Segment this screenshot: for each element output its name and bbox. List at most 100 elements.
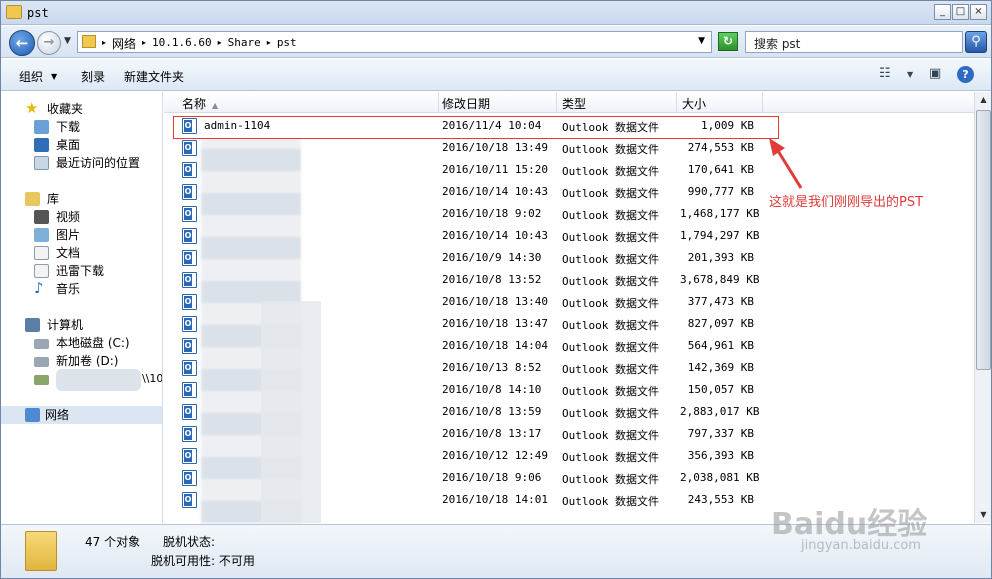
file-type: Outlook 数据文件 — [562, 407, 659, 420]
object-count: 47 个对象 — [85, 535, 141, 549]
column-type[interactable]: 类型 — [562, 95, 586, 112]
file-date: 2016/10/18 9:02 — [442, 207, 542, 220]
file-date: 2016/10/18 13:49 — [442, 141, 548, 154]
file-size: 797,337 KB — [687, 427, 754, 440]
column-name[interactable]: 名称 ▲ — [182, 95, 218, 112]
file-type: Outlook 数据文件 — [562, 297, 659, 310]
crumb-pst[interactable]: pst — [277, 35, 297, 52]
file-size: 201,393 KB — [687, 251, 754, 264]
file-size: 274,553 KB — [687, 141, 754, 154]
refresh-button[interactable]: ↻ — [718, 32, 738, 51]
file-type: Outlook 数据文件 — [562, 429, 659, 442]
outlook-file-icon — [182, 470, 197, 486]
recent-places-icon — [34, 156, 49, 170]
address-bar[interactable]: ▸ 网络 ▸ 10.1.6.60 ▸ Share ▸ pst ▼ — [77, 31, 712, 53]
file-size: 3,678,849 KB — [680, 273, 760, 286]
file-size: 1,468,177 KB — [680, 207, 760, 220]
minimize-button[interactable]: _ — [934, 4, 951, 20]
nav-network[interactable]: 网络 — [1, 406, 162, 424]
file-date: 2016/10/9 14:30 — [442, 251, 542, 264]
organize-button[interactable]: 组织 ▼ — [19, 68, 57, 85]
burn-button[interactable]: 刻录 — [81, 68, 105, 85]
view-options-icon[interactable]: ☷ — [879, 66, 891, 81]
outlook-file-icon — [182, 426, 197, 442]
search-icon[interactable]: ⚲ — [965, 31, 987, 53]
file-size: 150,057 KB — [687, 383, 754, 396]
preview-pane-icon[interactable]: ▣ — [929, 66, 941, 81]
file-date: 2016/10/8 14:10 — [442, 383, 542, 396]
new-folder-button[interactable]: 新建文件夹 — [124, 68, 184, 85]
picture-icon — [34, 228, 49, 242]
close-button[interactable]: × — [970, 4, 987, 20]
window-title: pst — [27, 6, 49, 20]
drive-icon — [34, 339, 49, 349]
file-type: Outlook 数据文件 — [562, 143, 659, 156]
scroll-up-icon[interactable]: ▲ — [976, 92, 991, 108]
file-type: Outlook 数据文件 — [562, 363, 659, 376]
document-icon — [34, 264, 49, 278]
file-date: 2016/10/12 12:49 — [442, 449, 548, 462]
file-type: Outlook 数据文件 — [562, 209, 659, 222]
crumb-network[interactable]: 网络 — [112, 35, 136, 52]
recent-pages-dropdown[interactable]: ▼ — [64, 36, 71, 46]
outlook-file-icon — [182, 250, 197, 266]
outlook-file-icon — [182, 360, 197, 376]
outlook-file-icon — [182, 140, 197, 156]
download-folder-icon — [34, 120, 49, 134]
address-row: ← → ▼ ▸ 网络 ▸ 10.1.6.60 ▸ Share ▸ pst ▼ ↻… — [1, 26, 991, 58]
offline-availability: 脱机可用性: 不可用 — [151, 554, 255, 568]
file-size: 990,777 KB — [687, 185, 754, 198]
file-type: Outlook 数据文件 — [562, 253, 659, 266]
watermark-url: jingyan.baidu.com — [801, 538, 921, 553]
drive-icon — [34, 357, 49, 367]
outlook-file-icon — [182, 228, 197, 244]
file-date: 2016/10/14 10:43 — [442, 229, 548, 242]
file-type: Outlook 数据文件 — [562, 473, 659, 486]
title-bar: pst _ □ × — [1, 1, 991, 25]
file-size: 356,393 KB — [687, 449, 754, 462]
file-date: 2016/10/18 14:01 — [442, 493, 548, 506]
crumb-share[interactable]: Share — [228, 35, 261, 52]
outlook-file-icon — [182, 206, 197, 222]
highlight-box — [173, 116, 779, 139]
back-button[interactable]: ← — [9, 30, 35, 56]
file-type: Outlook 数据文件 — [562, 495, 659, 508]
column-header: 名称 ▲ 修改日期 类型 大小 — [164, 92, 974, 113]
folder-icon — [25, 531, 57, 571]
file-date: 2016/10/11 15:20 — [442, 163, 548, 176]
outlook-file-icon — [182, 404, 197, 420]
star-icon: ★ — [25, 99, 39, 117]
file-type: Outlook 数据文件 — [562, 275, 659, 288]
outlook-file-icon — [182, 448, 197, 464]
outlook-file-icon — [182, 184, 197, 200]
outlook-file-icon — [182, 338, 197, 354]
file-date: 2016/10/13 8:52 — [442, 361, 542, 374]
redacted-region — [56, 369, 141, 391]
document-icon — [34, 246, 49, 260]
view-dropdown-icon[interactable]: ▼ — [907, 70, 913, 79]
outlook-file-icon — [182, 272, 197, 288]
file-type: Outlook 数据文件 — [562, 231, 659, 244]
network-drive-icon — [34, 375, 49, 385]
file-type: Outlook 数据文件 — [562, 165, 659, 178]
column-size[interactable]: 大小 — [682, 95, 706, 112]
file-date: 2016/10/18 9:06 — [442, 471, 542, 484]
file-date: 2016/10/14 10:43 — [442, 185, 548, 198]
scroll-thumb[interactable] — [976, 110, 991, 370]
file-size: 827,097 KB — [687, 317, 754, 330]
help-icon[interactable]: ? — [957, 66, 974, 83]
chevron-down-icon[interactable]: ▼ — [698, 36, 705, 46]
search-input[interactable]: 搜索 pst — [745, 31, 963, 53]
network-icon — [25, 408, 40, 422]
music-icon: ♪ — [34, 279, 44, 297]
desktop-icon — [34, 138, 49, 152]
crumb-host[interactable]: 10.1.6.60 — [152, 35, 212, 52]
scroll-down-icon[interactable]: ▼ — [976, 507, 991, 523]
file-date: 2016/10/18 13:40 — [442, 295, 548, 308]
vertical-scrollbar[interactable]: ▲ ▼ — [974, 92, 991, 523]
file-date: 2016/10/8 13:59 — [442, 405, 542, 418]
file-date: 2016/10/8 13:17 — [442, 427, 542, 440]
column-date[interactable]: 修改日期 — [442, 95, 490, 112]
forward-button[interactable]: → — [37, 31, 61, 55]
maximize-button[interactable]: □ — [952, 4, 969, 20]
